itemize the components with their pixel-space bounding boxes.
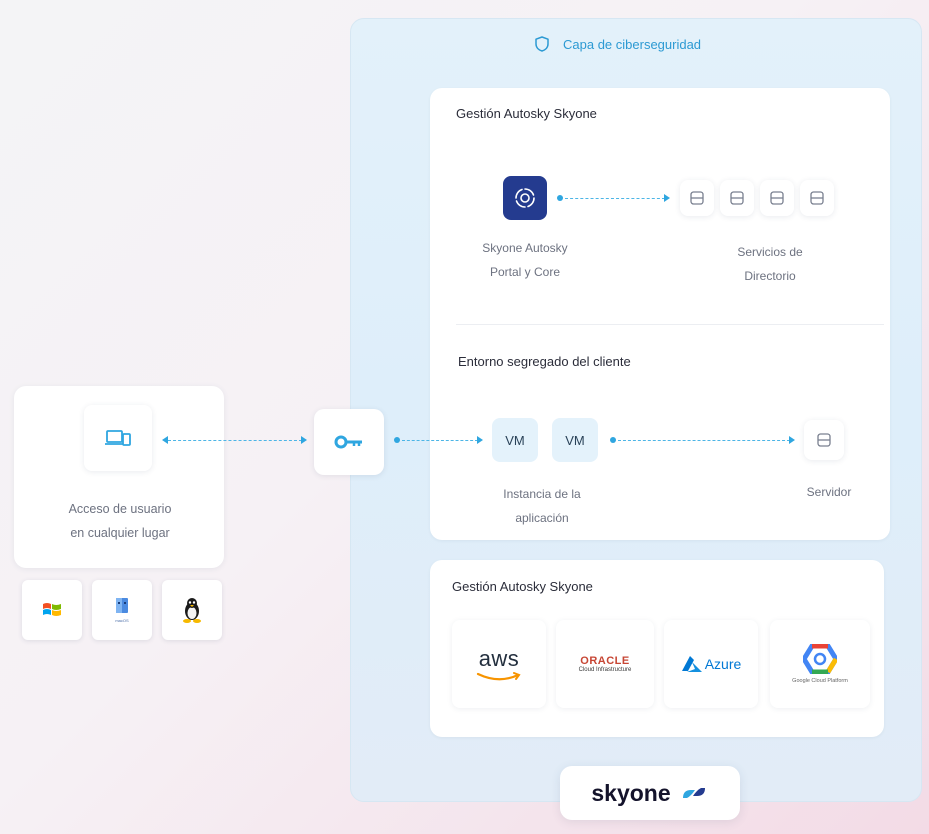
directory-caption: Servicios de Directorio (700, 240, 840, 288)
gcp-icon (803, 644, 837, 674)
linux-icon (162, 580, 222, 640)
directory-services-group (680, 180, 834, 216)
azure-text: Azure (704, 656, 742, 672)
client-env-title: Entorno segregado del cliente (458, 354, 631, 369)
skyone-logo: skyone (560, 766, 740, 820)
section-divider (456, 324, 884, 325)
server-icon (800, 180, 834, 216)
cybersecurity-label: Capa de ciberseguridad (563, 36, 702, 52)
vm-tile: VM (492, 418, 538, 462)
aws-text: aws (478, 646, 520, 671)
instance-caption: Instancia de la aplicación (472, 482, 612, 530)
instance-caption-line1: Instancia de la (503, 487, 581, 501)
gcp-text: Google Cloud Platform (792, 678, 848, 684)
server-icon (804, 420, 844, 460)
connector-line (168, 440, 302, 441)
aws-logo: aws (452, 620, 546, 708)
vm-tile: VM (552, 418, 598, 462)
connector-line (565, 198, 665, 199)
connector-arrow (789, 436, 795, 444)
azure-logo: Azure (664, 620, 758, 708)
server-icon (680, 180, 714, 216)
gcp-logo: Google Cloud Platform (770, 620, 870, 708)
oracle-text: ORACLE (580, 655, 630, 667)
portal-caption: Skyone Autosky Portal y Core (455, 236, 595, 284)
brand-name: skyone (591, 779, 671, 806)
skyone-autosky-icon (503, 176, 547, 220)
connector-dot (394, 437, 400, 443)
skyone-mark-icon (682, 788, 705, 798)
connector-dot (610, 437, 616, 443)
shield-icon (535, 36, 549, 52)
connector-arrow (477, 436, 483, 444)
connector-dot (557, 195, 563, 201)
connector-arrow (664, 194, 670, 202)
windows-icon (22, 580, 82, 640)
instance-caption-line2: aplicación (515, 511, 569, 525)
connector-line (402, 440, 478, 441)
user-access-caption-line1: Acceso de usuario (68, 502, 172, 516)
azure-icon (681, 656, 702, 672)
connector-line (618, 440, 790, 441)
directory-caption-line1: Servicios de (737, 245, 803, 259)
cybersecurity-header: Capa de ciberseguridad (535, 36, 701, 52)
server-icon (720, 180, 754, 216)
cloud-panel-title: Gestión Autosky Skyone (452, 579, 593, 594)
user-access-caption: Acceso de usuario en cualquier lugar (40, 497, 200, 545)
devices-icon (84, 405, 152, 471)
server-icon (760, 180, 794, 216)
directory-caption-line2: Directorio (744, 269, 796, 283)
oracle-subtext: Cloud Infrastructure (578, 667, 632, 673)
mac-icon: macOS (92, 580, 152, 640)
key-icon (314, 409, 384, 475)
management-panel (430, 88, 890, 540)
management-title: Gestión Autosky Skyone (456, 106, 597, 121)
mac-label: macOS (115, 618, 129, 623)
oracle-logo: ORACLE Cloud Infrastructure (556, 620, 654, 708)
portal-caption-line1: Skyone Autosky (482, 241, 568, 255)
portal-caption-line2: Portal y Core (489, 265, 561, 279)
connector-arrow (301, 436, 307, 444)
user-access-caption-line2: en cualquier lugar (70, 526, 170, 540)
server-caption: Servidor (806, 485, 852, 499)
